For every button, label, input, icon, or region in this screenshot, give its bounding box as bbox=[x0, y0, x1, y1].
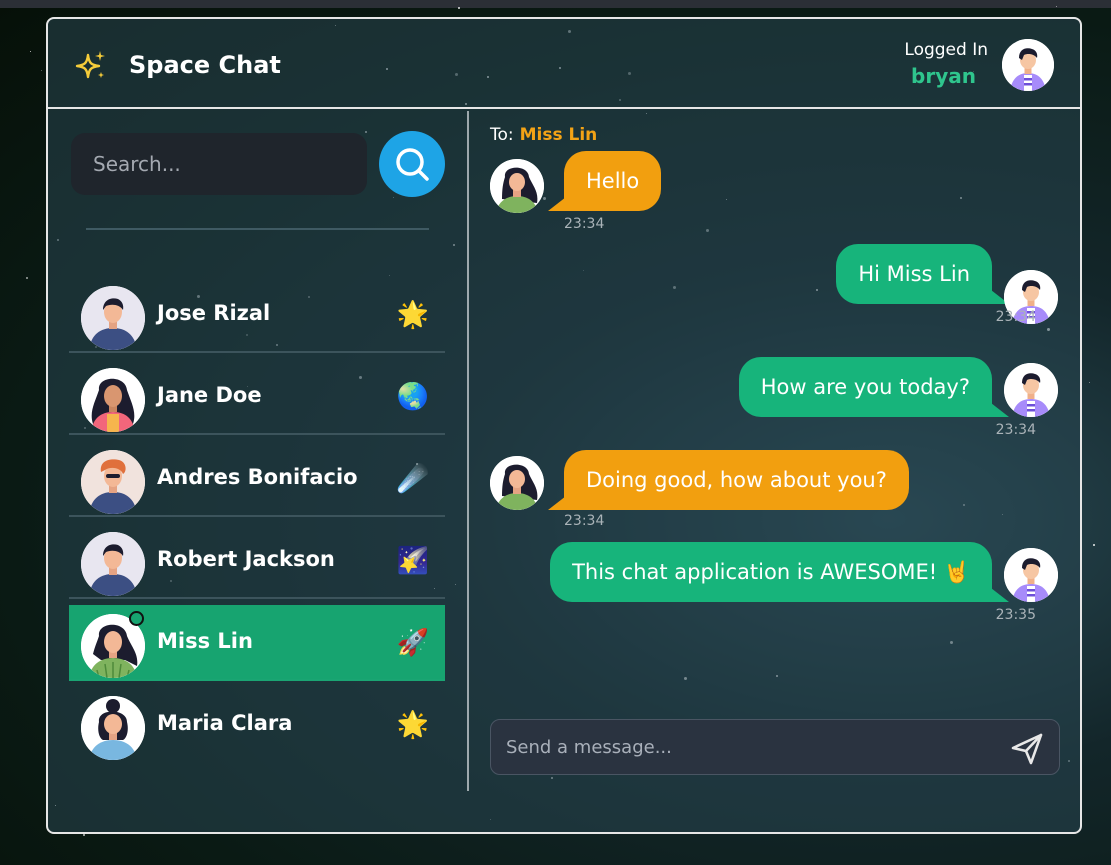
online-status-dot bbox=[129, 611, 144, 626]
avatar-image bbox=[490, 456, 544, 510]
comet-icon: ☄️ bbox=[396, 464, 429, 494]
sidebar-chat-divider bbox=[467, 111, 469, 791]
recipient-line: To: Miss Lin bbox=[490, 125, 597, 145]
recipient-name: Miss Lin bbox=[519, 125, 598, 145]
avatar bbox=[81, 368, 145, 432]
contact-name: Andres Bonifacio bbox=[157, 465, 358, 489]
search-icon bbox=[396, 148, 429, 181]
logged-in-username: bryan bbox=[911, 64, 976, 88]
contact-item-miss-lin[interactable]: Miss Lin 🚀 bbox=[69, 605, 445, 681]
star-dot bbox=[1093, 544, 1095, 546]
contact-name: Maria Clara bbox=[157, 711, 293, 735]
glowing-star-icon: 🌟 bbox=[396, 710, 429, 740]
contact-item-jose-rizal[interactable]: Jose Rizal 🌟 bbox=[69, 277, 445, 353]
outgoing-message-bubble: How are you today? bbox=[738, 357, 992, 417]
incoming-message-bubble: Hello bbox=[564, 151, 662, 211]
message-timestamp: 23:34 bbox=[564, 513, 605, 529]
bubble-tail bbox=[991, 588, 1009, 602]
star-dot bbox=[83, 834, 85, 836]
message-timestamp: 23:35 bbox=[995, 607, 1036, 623]
contacts-sidebar: Search... Jose Rizal 🌟 Jane Doe 🌏 Andres… bbox=[48, 109, 468, 832]
logged-in-label: Logged In bbox=[904, 40, 988, 60]
sender-avatar bbox=[1004, 548, 1058, 602]
globe-icon: 🌏 bbox=[396, 382, 429, 412]
outgoing-message-bubble: This chat application is AWESOME! 🤘 bbox=[550, 542, 992, 602]
contact-item-robert-jackson[interactable]: Robert Jackson 🌠 bbox=[69, 523, 445, 599]
user-avatar-image bbox=[1002, 39, 1054, 91]
contact-item-andres-bonifacio[interactable]: Andres Bonifacio ☄️ bbox=[69, 441, 445, 517]
contact-name: Jose Rizal bbox=[157, 301, 271, 325]
contact-name: Jane Doe bbox=[157, 383, 262, 407]
sender-avatar bbox=[490, 159, 544, 213]
contact-name: Robert Jackson bbox=[157, 547, 335, 571]
star-dot bbox=[30, 51, 31, 52]
app-title: Space Chat bbox=[129, 51, 281, 79]
avatar-image bbox=[81, 450, 145, 514]
avatar-image bbox=[81, 696, 145, 760]
sender-avatar bbox=[490, 456, 544, 510]
sidebar-divider bbox=[86, 228, 429, 230]
avatar-image bbox=[81, 286, 145, 350]
message-input-placeholder: Send a message... bbox=[506, 737, 672, 758]
star-dot bbox=[1056, 6, 1057, 7]
contact-item-maria-clara[interactable]: Maria Clara 🌟 bbox=[69, 687, 445, 763]
avatar bbox=[81, 696, 145, 760]
to-label: To: bbox=[490, 125, 514, 145]
avatar bbox=[81, 450, 145, 514]
message-timestamp: 23:34 bbox=[564, 216, 605, 232]
glowing-star-icon: 🌟 bbox=[396, 300, 429, 330]
star-dot bbox=[26, 277, 28, 279]
outgoing-message-bubble: Hi Miss Lin bbox=[836, 244, 992, 304]
rocket-icon: 🚀 bbox=[396, 628, 429, 658]
avatar-image bbox=[1004, 548, 1058, 602]
search-input[interactable]: Search... bbox=[71, 133, 367, 195]
avatar bbox=[81, 286, 145, 350]
contact-name: Miss Lin bbox=[157, 629, 253, 653]
message-timestamp: 23:34 bbox=[995, 309, 1036, 325]
send-icon[interactable] bbox=[1009, 731, 1045, 767]
chat-panel: To: Miss Lin Hello 23:34 Hi Miss Lin 23:… bbox=[470, 109, 1080, 832]
user-avatar[interactable] bbox=[1002, 39, 1054, 91]
avatar-image bbox=[1004, 363, 1058, 417]
star-dot bbox=[458, 7, 460, 9]
chat-window: Space Chat Logged In bryan Search... Jos… bbox=[46, 17, 1082, 834]
browser-top-strip bbox=[0, 0, 1111, 8]
incoming-message-bubble: Doing good, how about you? bbox=[564, 450, 909, 510]
shooting-star-icon: 🌠 bbox=[396, 546, 429, 576]
star-dot bbox=[41, 70, 42, 71]
bubble-tail bbox=[991, 403, 1009, 417]
search-button[interactable] bbox=[379, 131, 445, 197]
star-dot bbox=[1089, 382, 1090, 383]
contact-item-jane-doe[interactable]: Jane Doe 🌏 bbox=[69, 359, 445, 435]
message-input[interactable]: Send a message... bbox=[490, 719, 1060, 775]
avatar-image bbox=[490, 159, 544, 213]
avatar-image bbox=[81, 368, 145, 432]
app-header: Space Chat Logged In bryan bbox=[48, 19, 1080, 109]
message-timestamp: 23:34 bbox=[995, 422, 1036, 438]
avatar bbox=[81, 532, 145, 596]
avatar-image bbox=[81, 532, 145, 596]
sparkles-icon bbox=[75, 51, 105, 79]
sender-avatar bbox=[1004, 363, 1058, 417]
